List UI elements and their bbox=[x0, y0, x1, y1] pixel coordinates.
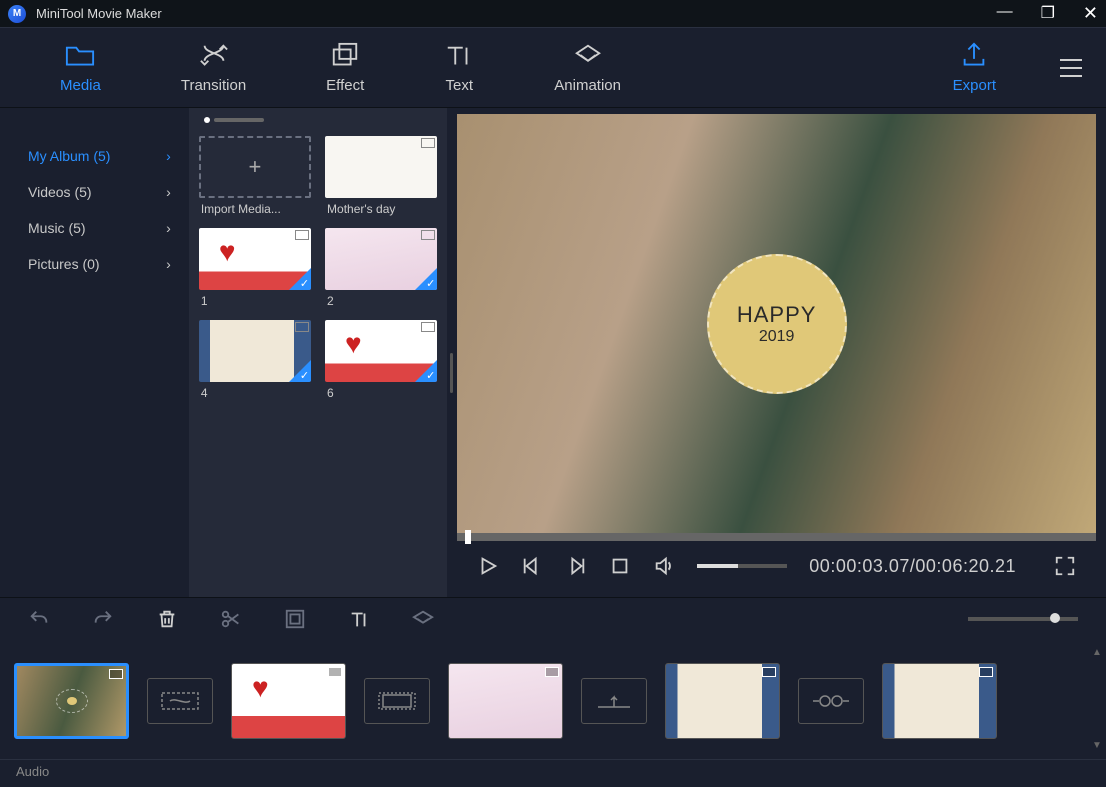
sidebar-item-videos[interactable]: Videos (5) › bbox=[0, 174, 189, 210]
text-edit-button[interactable] bbox=[348, 608, 370, 630]
playback-controls: 00:00:03.07/00:06:20.21 bbox=[457, 541, 1096, 591]
timecode-display: 00:00:03.07/00:06:20.21 bbox=[809, 556, 1016, 577]
transition-slot[interactable] bbox=[364, 678, 430, 724]
sidebar-item-my-album[interactable]: My Album (5) › bbox=[0, 138, 189, 174]
export-button[interactable]: Export bbox=[933, 41, 1016, 94]
sidebar-item-pictures[interactable]: Pictures (0) › bbox=[0, 246, 189, 282]
sidebar-item-label: Music (5) bbox=[28, 220, 86, 236]
chevron-right-icon: › bbox=[166, 184, 171, 200]
transition-slot[interactable] bbox=[147, 678, 213, 724]
tab-animation[interactable]: Animation bbox=[514, 41, 661, 94]
check-icon: ✓ bbox=[426, 369, 435, 382]
media-item-4[interactable]: ✓ 4 bbox=[199, 320, 311, 400]
app-title: MiniTool Movie Maker bbox=[36, 6, 162, 21]
edit-toolbar bbox=[0, 597, 1106, 639]
panel-scroll-indicator[interactable] bbox=[199, 118, 437, 126]
timeline-vertical-scroll[interactable]: ▲▼ bbox=[1092, 647, 1102, 751]
tab-text[interactable]: Text bbox=[404, 41, 514, 94]
media-item-2[interactable]: ✓ 2 bbox=[325, 228, 437, 308]
app-logo: M bbox=[8, 5, 26, 23]
export-icon bbox=[959, 41, 989, 69]
tab-transition[interactable]: Transition bbox=[141, 41, 286, 94]
chevron-right-icon: › bbox=[166, 148, 171, 164]
sidebar-item-label: Videos (5) bbox=[28, 184, 92, 200]
timeline-zoom-slider[interactable] bbox=[968, 617, 1078, 621]
minimize-button[interactable]: — bbox=[997, 3, 1013, 24]
timeline-clip[interactable] bbox=[665, 663, 780, 739]
plus-icon: + bbox=[249, 154, 262, 180]
media-item-1[interactable]: ✓ 1 bbox=[199, 228, 311, 308]
play-button[interactable] bbox=[477, 555, 499, 577]
timeline-clip[interactable] bbox=[231, 663, 346, 739]
check-icon: ✓ bbox=[300, 277, 309, 290]
scrub-bar[interactable] bbox=[457, 533, 1096, 541]
panel-resize-handle[interactable] bbox=[450, 353, 453, 393]
chevron-right-icon: › bbox=[166, 220, 171, 236]
transition-icon bbox=[199, 41, 229, 69]
maximize-button[interactable]: ❐ bbox=[1041, 3, 1055, 24]
fullscreen-button[interactable] bbox=[1054, 555, 1076, 577]
delete-button[interactable] bbox=[156, 608, 178, 630]
crop-button[interactable] bbox=[284, 608, 306, 630]
title-bar: M MiniTool Movie Maker — ❐ ✕ bbox=[0, 0, 1106, 28]
sidebar-item-label: My Album (5) bbox=[28, 148, 110, 164]
chevron-right-icon: › bbox=[166, 256, 171, 272]
prev-frame-button[interactable] bbox=[521, 555, 543, 577]
folder-icon bbox=[65, 41, 95, 69]
stop-button[interactable] bbox=[609, 555, 631, 577]
check-icon: ✓ bbox=[426, 277, 435, 290]
tab-effect[interactable]: Effect bbox=[286, 41, 404, 94]
media-item-6[interactable]: ✓ 6 bbox=[325, 320, 437, 400]
text-icon bbox=[444, 41, 474, 69]
redo-button[interactable] bbox=[92, 608, 114, 630]
timeline-track[interactable]: ▲▼ bbox=[0, 639, 1106, 759]
transition-slot[interactable] bbox=[581, 678, 647, 724]
timeline-clip[interactable] bbox=[882, 663, 997, 739]
effect-icon bbox=[330, 41, 360, 69]
close-button[interactable]: ✕ bbox=[1083, 3, 1098, 24]
audio-track-label[interactable]: Audio bbox=[0, 759, 1106, 787]
undo-button[interactable] bbox=[28, 608, 50, 630]
timeline-clip[interactable] bbox=[14, 663, 129, 739]
hamburger-menu[interactable] bbox=[1056, 54, 1086, 82]
timeline-clip[interactable] bbox=[448, 663, 563, 739]
sidebar: My Album (5) › Videos (5) › Music (5) › … bbox=[0, 108, 189, 597]
check-icon: ✓ bbox=[300, 369, 309, 382]
media-item-mothers-day[interactable]: Mother's day bbox=[325, 136, 437, 216]
sidebar-item-label: Pictures (0) bbox=[28, 256, 100, 272]
preview-text-element[interactable]: HAPPY 2019 bbox=[707, 254, 847, 394]
volume-button[interactable] bbox=[653, 555, 675, 577]
preview-canvas[interactable]: HAPPY 2019 bbox=[457, 114, 1096, 533]
sidebar-item-music[interactable]: Music (5) › bbox=[0, 210, 189, 246]
transition-slot[interactable] bbox=[798, 678, 864, 724]
animation-icon bbox=[573, 41, 603, 69]
animation-edit-button[interactable] bbox=[412, 608, 434, 630]
split-button[interactable] bbox=[220, 608, 242, 630]
media-panel: + Import Media... Mother's day ✓ 1 ✓ 2 ✓… bbox=[189, 108, 447, 597]
import-media-button[interactable]: + Import Media... bbox=[199, 136, 311, 216]
main-toolbar: Media Transition Effect Text Animation E… bbox=[0, 28, 1106, 108]
preview-area: HAPPY 2019 00:00:03.07/00:06:20.21 bbox=[457, 114, 1096, 591]
tab-media[interactable]: Media bbox=[20, 41, 141, 94]
next-frame-button[interactable] bbox=[565, 555, 587, 577]
volume-slider[interactable] bbox=[697, 564, 787, 568]
